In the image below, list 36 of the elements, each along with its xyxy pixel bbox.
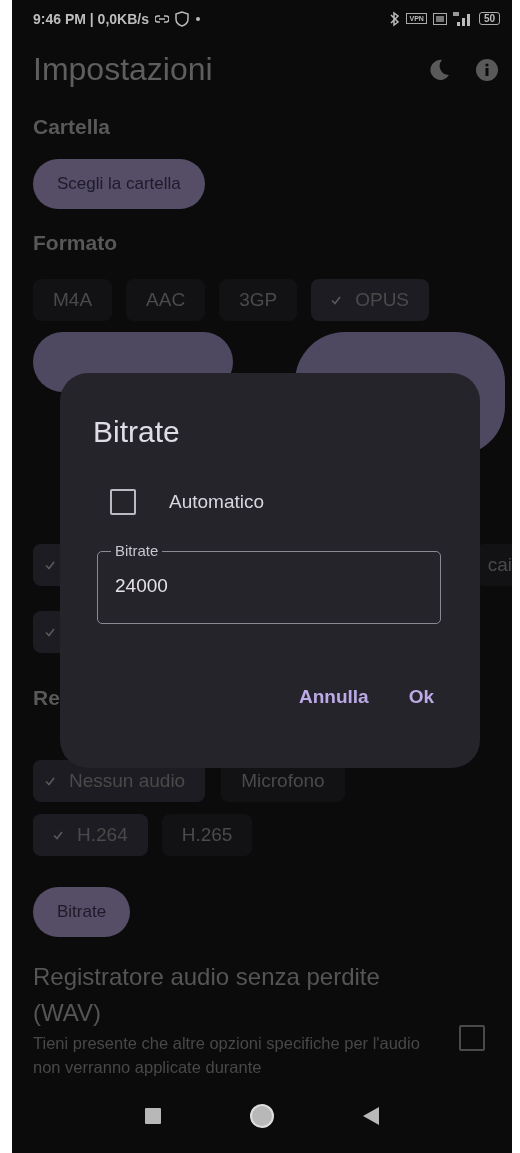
moon-icon[interactable] bbox=[428, 58, 450, 81]
circle-icon[interactable] bbox=[249, 1103, 275, 1130]
filter-chip[interactable]: AAC bbox=[126, 279, 206, 322]
bluetooth-icon bbox=[388, 10, 401, 27]
volte-icon bbox=[432, 12, 447, 25]
check-icon bbox=[45, 560, 55, 570]
page-title: Impostazioni bbox=[33, 51, 214, 88]
shield-icon bbox=[174, 10, 189, 27]
dialog-button[interactable]: Ok bbox=[400, 680, 442, 714]
battery-indicator: 50 bbox=[478, 12, 500, 26]
setting-description: Tieni presente che altre opzioni specifiche per l'audio non verranno applicate durante bbox=[33, 1033, 421, 1079]
signal-icon bbox=[452, 11, 473, 26]
checkbox-label: Automatico bbox=[169, 491, 265, 513]
filter-chip[interactable]: H.265 bbox=[161, 814, 253, 857]
pill-button[interactable]: Bitrate bbox=[33, 887, 131, 938]
dialog-button[interactable]: Annulla bbox=[290, 680, 377, 714]
filter-chip[interactable]: 3GP bbox=[219, 279, 298, 322]
link-icon bbox=[154, 13, 169, 24]
filter-chip[interactable]: M4A bbox=[33, 279, 113, 322]
triangle-icon[interactable] bbox=[363, 1107, 379, 1126]
checkbox[interactable] bbox=[459, 1025, 485, 1052]
check-icon bbox=[331, 295, 342, 305]
section-heading: Formato bbox=[33, 231, 117, 256]
dot-icon bbox=[194, 15, 201, 22]
status-time: 9:46 PM | 0,0KB/s bbox=[33, 10, 149, 27]
setting-title: Registratore audio senza perdite (WAV) bbox=[33, 962, 381, 1029]
checkbox[interactable] bbox=[110, 489, 136, 515]
check-icon bbox=[45, 776, 55, 786]
section-heading: Re bbox=[33, 686, 60, 711]
check-icon bbox=[45, 627, 55, 637]
dialog-title: Bitrate bbox=[93, 415, 181, 449]
square-icon[interactable] bbox=[145, 1108, 161, 1125]
section-heading: Cartella bbox=[33, 115, 111, 140]
pill-button[interactable]: Scegli la cartella bbox=[33, 159, 205, 210]
check-icon bbox=[53, 830, 63, 840]
info-icon[interactable] bbox=[476, 58, 498, 81]
